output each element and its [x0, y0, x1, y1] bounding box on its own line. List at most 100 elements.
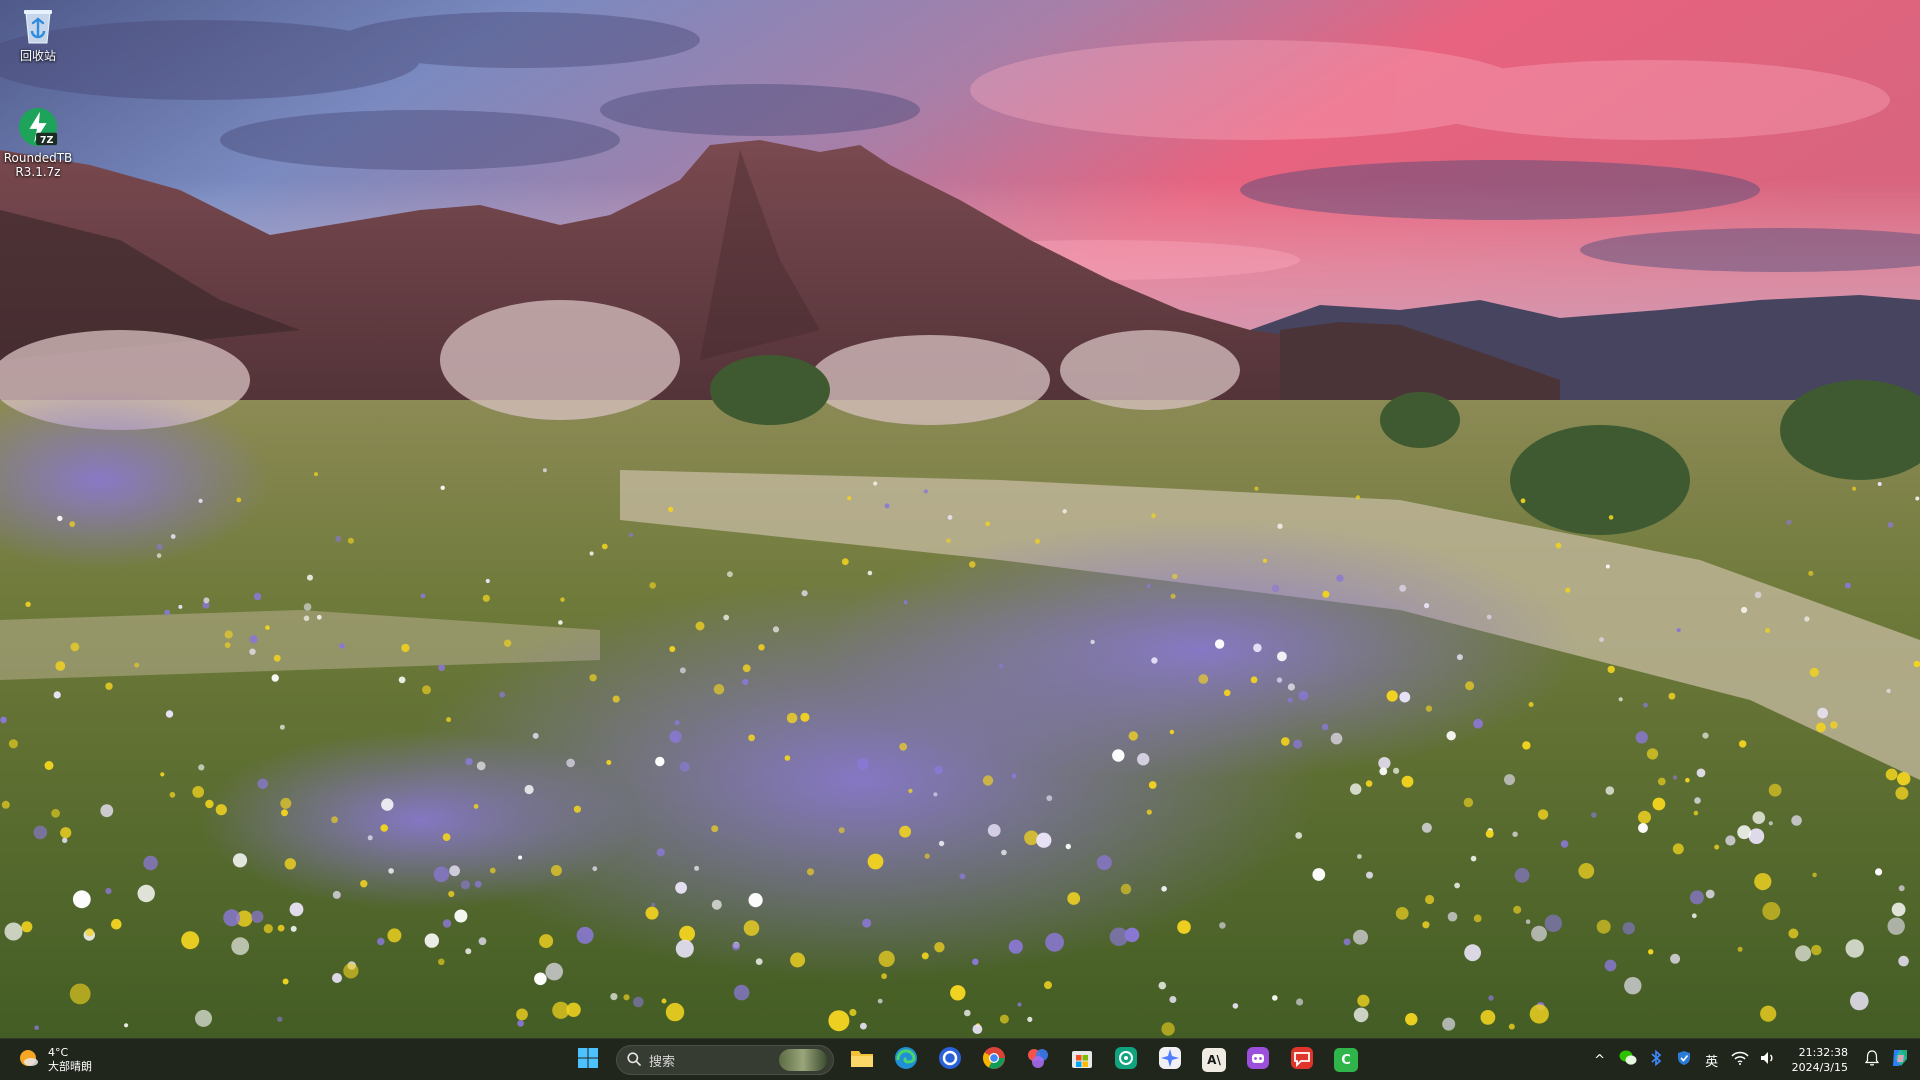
flower-dot [695, 621, 705, 631]
flower-dot [1596, 919, 1611, 934]
flower-dot [1702, 732, 1709, 739]
flower-dot [1024, 830, 1039, 846]
flower-dot [1760, 1005, 1777, 1022]
taskbar-chatgpt[interactable] [1106, 1042, 1146, 1078]
taskbar-microsoft-store[interactable] [1062, 1042, 1102, 1078]
flower-dot [307, 574, 313, 581]
flower-dot [401, 643, 410, 653]
flower-dot [1044, 981, 1052, 990]
flower-dot [679, 925, 695, 942]
flower-dot [1470, 855, 1477, 862]
flower-dot [552, 1001, 570, 1019]
flower-dot [290, 925, 297, 932]
chatgpt-icon [1114, 1046, 1138, 1074]
wifi-icon [1731, 1051, 1749, 1069]
taskbar-file-explorer[interactable] [842, 1042, 882, 1078]
flower-dot [482, 594, 490, 602]
flower-dot [1646, 748, 1659, 760]
flower-dot [1442, 1017, 1456, 1031]
taskbar-clock[interactable]: 21:32:38 2024/3/15 [1792, 1045, 1848, 1075]
flower-dot [440, 485, 445, 490]
wallpaper-landscape [0, 0, 1920, 1080]
flower-dot [60, 827, 72, 839]
flower-dot [1473, 914, 1482, 923]
flower-dot [398, 676, 406, 684]
flower-dot [982, 775, 994, 786]
search-box[interactable]: 搜索 [616, 1045, 834, 1075]
message-icon [1290, 1046, 1314, 1074]
tray-overflow-button[interactable]: ^ [1586, 1044, 1614, 1076]
search-placeholder: 搜索 [649, 1054, 676, 1070]
flower-dot [938, 840, 945, 847]
tray-wechat[interactable] [1614, 1044, 1642, 1076]
flower-dot [934, 765, 943, 775]
flower-dot [1146, 584, 1151, 589]
flower-dot [633, 996, 644, 1008]
flower-dot [532, 732, 539, 739]
desktop-icon-recycle-bin[interactable]: 回收站 [0, 4, 76, 63]
flower-dot [790, 952, 806, 968]
flower-dot [1618, 697, 1623, 702]
taskbar-camtasia[interactable]: C [1326, 1042, 1366, 1078]
windows-start-icon [577, 1047, 599, 1073]
ime-icon: 英 [1705, 1054, 1719, 1070]
flower-dot [841, 558, 849, 566]
flower-dot [1486, 614, 1492, 620]
flower-dot [748, 734, 755, 742]
flower-dot [1223, 689, 1231, 697]
flower-dot [1676, 628, 1681, 633]
flower-dot [1791, 815, 1802, 826]
flower-dot [1343, 938, 1351, 946]
tray-defender[interactable] [1670, 1044, 1698, 1076]
flower-dot [649, 582, 656, 589]
flower-dot [711, 825, 719, 833]
flower-dot [539, 934, 554, 949]
tray-wifi[interactable] [1726, 1044, 1754, 1076]
shield-icon [1676, 1050, 1692, 1070]
flower-dot [277, 1016, 283, 1022]
flower-dot [1852, 486, 1857, 491]
flower-dot [742, 664, 751, 673]
flower-dot [1898, 955, 1909, 967]
taskbar-photos[interactable] [1018, 1042, 1058, 1078]
flower-dot [271, 674, 279, 682]
flower-dot [1161, 886, 1167, 892]
flower-dot [1520, 498, 1526, 504]
tray-volume[interactable] [1754, 1044, 1782, 1076]
flower-dot [550, 865, 562, 876]
flower-dot [1689, 890, 1704, 905]
desktop-icon-roundedtb-archive[interactable]: 7Z RoundedTB R3.1.7z [0, 106, 76, 179]
flower-dot [381, 798, 394, 811]
flower-dot [203, 597, 210, 604]
taskbar-sparkle-app[interactable] [1150, 1042, 1190, 1078]
flower-dot [476, 761, 486, 771]
weather-widget[interactable]: 4°C 大部晴朗 [16, 1043, 92, 1077]
flower-dot [249, 635, 258, 644]
flower-dot [1485, 829, 1494, 838]
start-button[interactable] [568, 1042, 608, 1078]
taskbar-circle-app[interactable] [930, 1042, 970, 1078]
taskbar-anthropic[interactable]: A\ [1194, 1042, 1234, 1078]
flower-dot [231, 937, 250, 956]
flower-dot [1287, 683, 1295, 691]
flower-dot [424, 933, 439, 948]
copilot-button[interactable] [1886, 1044, 1914, 1076]
flower-dot [1232, 1003, 1239, 1009]
tray-input-method[interactable]: 英 [1698, 1044, 1726, 1076]
wechat-icon [1619, 1050, 1637, 1070]
flower-dot [1913, 660, 1920, 668]
flower-dot [1887, 917, 1905, 935]
taskbar-message-app[interactable] [1282, 1042, 1322, 1078]
tray-bluetooth[interactable] [1642, 1044, 1670, 1076]
flower-dot [284, 858, 296, 870]
flower-dot [849, 1008, 857, 1017]
notification-button[interactable] [1858, 1044, 1886, 1076]
taskbar-chrome[interactable] [974, 1042, 1014, 1078]
taskbar-edge[interactable] [886, 1042, 926, 1078]
flower-dot [1151, 657, 1158, 664]
flower-dot [758, 644, 765, 651]
taskbar: 4°C 大部晴朗 搜索 A\ C ^ 英 21:32:38 2024/3/15 [0, 1038, 1920, 1080]
flower-dot [1635, 731, 1648, 744]
taskbar-chat-bot[interactable] [1238, 1042, 1278, 1078]
flower-dot [772, 626, 780, 633]
